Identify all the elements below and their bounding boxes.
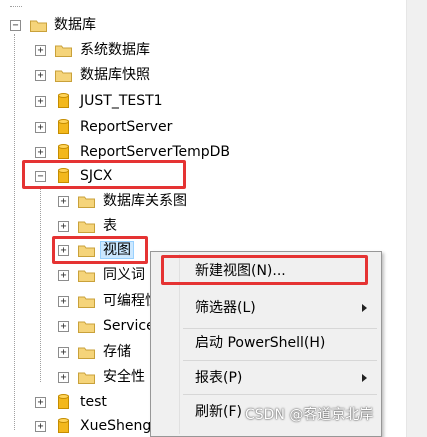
watermark: CSDN @客道京北岸 [245,407,374,423]
tree-node-databases[interactable]: − 数据库 [0,14,400,36]
expand-expander[interactable]: + [58,372,69,383]
tree-node-storage[interactable]: + 存储 [0,341,150,363]
menu-separator [183,328,377,329]
folder-icon [78,321,95,333]
expand-expander[interactable]: + [58,347,69,358]
expand-expander[interactable]: + [35,96,46,107]
tree-node-just-test1[interactable]: + JUST_TEST1 [0,90,400,112]
tree-connector [10,0,22,7]
folder-icon [78,196,95,208]
expand-expander[interactable]: + [58,296,69,307]
tree-node-label: test [80,394,107,410]
submenu-arrow-icon [362,304,367,312]
database-icon [58,144,69,159]
folder-icon [78,372,95,384]
tree-node-system-databases[interactable]: + 系统数据库 [0,39,400,61]
tree-node-database-snapshots[interactable]: + 数据库快照 [0,64,400,86]
highlight-box-new-view [161,255,368,285]
tree-node-security[interactable]: + 安全性 [0,366,150,388]
tree-node-label: 表 [103,218,117,234]
tree-node-synonyms[interactable]: + 同义词 [0,264,150,286]
tree-node-programmability[interactable]: + 可编程性 [0,290,150,312]
database-icon [58,119,69,134]
menu-item-reports[interactable]: 报表(P) [195,367,242,389]
database-icon [58,394,69,409]
tree-node-label: 数据库 [54,17,96,33]
folder-icon [78,270,95,282]
expand-expander[interactable]: + [35,122,46,133]
tree-node-tables[interactable]: + 表 [0,215,400,237]
tree-node-label: 数据库快照 [80,67,150,83]
tree-node-label: Service [103,318,150,334]
expand-expander[interactable]: + [35,147,46,158]
folder-icon [78,221,95,233]
database-icon [58,418,69,433]
tree-node-label: 系统数据库 [80,42,150,58]
expand-expander[interactable]: + [58,270,69,281]
menu-item-refresh[interactable]: 刷新(F) [195,401,242,423]
database-icon [58,93,69,108]
folder-icon [30,20,47,32]
menu-separator [183,394,377,395]
tree-node-label: 可编程性 [103,293,150,309]
folder-icon [78,347,95,359]
expand-expander[interactable]: + [58,321,69,332]
expand-expander[interactable]: + [35,397,46,408]
expand-expander[interactable]: + [35,45,46,56]
tree-node-label: ReportServer [80,119,173,135]
expand-expander[interactable]: + [35,421,46,432]
menu-separator [183,360,377,361]
expand-expander[interactable]: + [58,221,69,232]
expand-expander[interactable]: + [58,196,69,207]
expand-expander[interactable]: + [35,70,46,81]
folder-icon [55,70,72,82]
vertical-scrollbar[interactable] [406,0,427,437]
tree-node-label: XueShengXinXi [80,418,150,434]
tree-node-database-diagrams[interactable]: + 数据库关系图 [0,190,400,212]
tree-node-label: 同义词 [103,267,145,283]
menu-item-filter[interactable]: 筛选器(L) [195,297,256,319]
tree-node-xueshengxinxi[interactable]: + XueShengXinXi [0,415,150,437]
tree-node-reportserver[interactable]: + ReportServer [0,116,400,138]
tree-node-label: 存储 [103,344,131,360]
highlight-box-sjcx [22,160,186,189]
tree-node-label: 数据库关系图 [103,193,187,209]
menu-item-start-powershell[interactable]: 启动 PowerShell(H) [195,332,325,354]
tree-node-service-broker[interactable]: + Service [0,315,150,337]
submenu-arrow-icon [362,374,367,382]
highlight-box-views [52,236,148,264]
tree-node-label: 安全性 [103,369,145,385]
collapse-expander[interactable]: − [10,20,21,31]
tree-node-label: JUST_TEST1 [80,93,163,109]
folder-icon [55,45,72,57]
tree-node-test[interactable]: + test [0,391,150,413]
folder-icon [78,296,95,308]
